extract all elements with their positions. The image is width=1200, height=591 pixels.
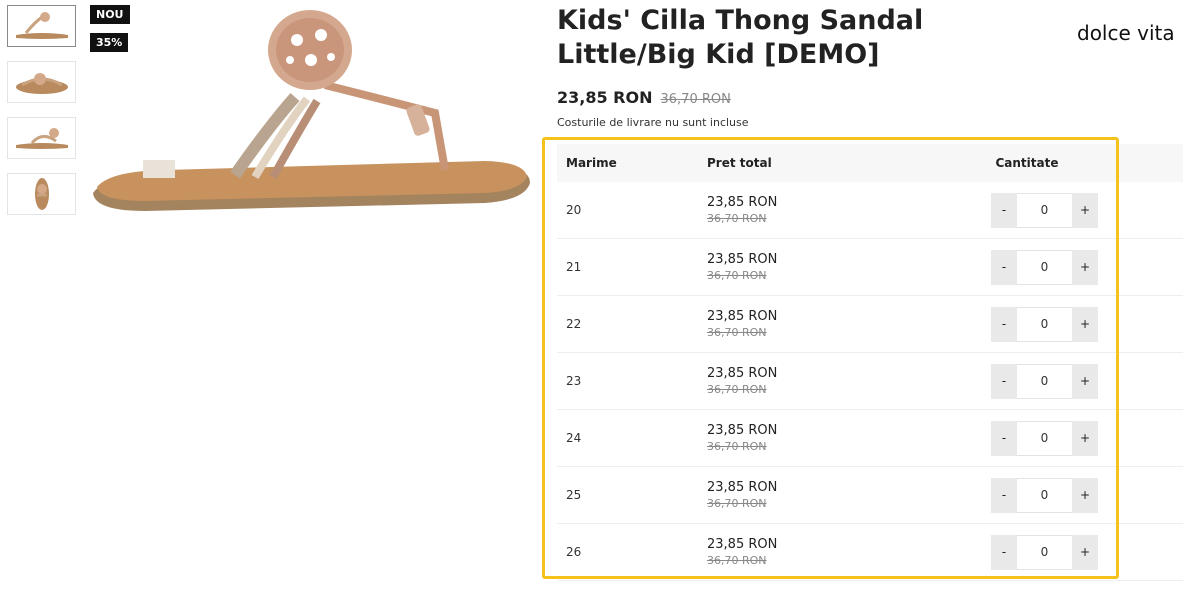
current-price: 23,85 RON xyxy=(557,88,653,107)
size-value: 20 xyxy=(566,203,582,217)
decrease-button[interactable]: - xyxy=(991,249,1017,285)
thumbnail-back-view[interactable] xyxy=(7,117,76,159)
table-row: 25 23,85 RON 36,70 RON - + xyxy=(557,467,1183,524)
increase-button[interactable]: + xyxy=(1072,363,1098,399)
quantity-stepper: - + xyxy=(991,477,1098,513)
table-row: 20 23,85 RON 36,70 RON - + xyxy=(557,182,1183,239)
table-header: Marime Pret total Cantitate xyxy=(557,144,1183,182)
row-current-price: 23,85 RON xyxy=(707,537,778,552)
row-price: 23,85 RON 36,70 RON xyxy=(707,480,957,510)
quantity-stepper: - + xyxy=(991,420,1098,456)
row-old-price: 36,70 RON xyxy=(707,383,767,396)
sandal-thumbnail-image xyxy=(34,178,49,210)
row-current-price: 23,85 RON xyxy=(707,252,778,267)
increase-button[interactable]: + xyxy=(1072,420,1098,456)
row-price: 23,85 RON 36,70 RON xyxy=(707,252,957,282)
quantity-input[interactable] xyxy=(1017,192,1072,228)
header-quantity: Cantitate xyxy=(995,156,1059,170)
sandal-thumbnail-image xyxy=(15,128,68,149)
row-old-price: 36,70 RON xyxy=(707,440,767,453)
row-price: 23,85 RON 36,70 RON xyxy=(707,195,957,225)
row-current-price: 23,85 RON xyxy=(707,423,778,438)
quantity-input[interactable] xyxy=(1017,249,1072,285)
quantity-stepper: - + xyxy=(991,363,1098,399)
table-row: 23 23,85 RON 36,70 RON - + xyxy=(557,353,1183,410)
row-current-price: 23,85 RON xyxy=(707,480,778,495)
table-row: 24 23,85 RON 36,70 RON - + xyxy=(557,410,1183,467)
header-size: Marime xyxy=(566,156,617,170)
thumbnail-angle-view[interactable] xyxy=(7,61,76,103)
row-old-price: 36,70 RON xyxy=(707,269,767,282)
table-row: 22 23,85 RON 36,70 RON - + xyxy=(557,296,1183,353)
brand-name: dolce vita xyxy=(1077,21,1175,45)
thumbnail-top-view[interactable] xyxy=(7,173,76,215)
shipping-note: Costurile de livrare nu sunt incluse xyxy=(557,116,749,129)
sandal-thumbnail-image xyxy=(15,12,68,39)
header-price: Pret total xyxy=(707,156,772,170)
table-row: 21 23,85 RON 36,70 RON - + xyxy=(557,239,1183,296)
table-row: 26 23,85 RON 36,70 RON - + xyxy=(557,524,1183,581)
row-current-price: 23,85 RON xyxy=(707,309,778,324)
quantity-input[interactable] xyxy=(1017,363,1072,399)
increase-button[interactable]: + xyxy=(1072,192,1098,228)
size-value: 23 xyxy=(566,374,582,388)
quantity-stepper: - + xyxy=(991,249,1098,285)
quantity-stepper: - + xyxy=(991,534,1098,570)
product-main-image xyxy=(85,5,535,245)
decrease-button[interactable]: - xyxy=(991,420,1017,456)
size-value: 24 xyxy=(566,431,582,445)
size-quantity-table: Marime Pret total Cantitate 20 23,85 RON… xyxy=(557,144,1183,581)
row-price: 23,85 RON 36,70 RON xyxy=(707,309,957,339)
row-price: 23,85 RON 36,70 RON xyxy=(707,423,957,453)
quantity-stepper: - + xyxy=(991,192,1098,228)
quantity-input[interactable] xyxy=(1017,306,1072,342)
thumbnail-gallery xyxy=(7,5,77,229)
decrease-button[interactable]: - xyxy=(991,192,1017,228)
row-old-price: 36,70 RON xyxy=(707,497,767,510)
decrease-button[interactable]: - xyxy=(991,306,1017,342)
quantity-input[interactable] xyxy=(1017,420,1072,456)
decrease-button[interactable]: - xyxy=(991,477,1017,513)
row-old-price: 36,70 RON xyxy=(707,212,767,225)
price-row: 23,85 RON 36,70 RON xyxy=(557,88,731,107)
row-price: 23,85 RON 36,70 RON xyxy=(707,366,957,396)
row-current-price: 23,85 RON xyxy=(707,195,778,210)
row-old-price: 36,70 RON xyxy=(707,326,767,339)
quantity-input[interactable] xyxy=(1017,477,1072,513)
row-price: 23,85 RON 36,70 RON xyxy=(707,537,957,567)
increase-button[interactable]: + xyxy=(1072,249,1098,285)
decrease-button[interactable]: - xyxy=(991,534,1017,570)
size-value: 25 xyxy=(566,488,582,502)
row-current-price: 23,85 RON xyxy=(707,366,778,381)
increase-button[interactable]: + xyxy=(1072,477,1098,513)
increase-button[interactable]: + xyxy=(1072,306,1098,342)
quantity-input[interactable] xyxy=(1017,534,1072,570)
increase-button[interactable]: + xyxy=(1072,534,1098,570)
product-title: Kids' Cilla Thong Sandal Little/Big Kid … xyxy=(557,5,924,70)
size-value: 21 xyxy=(566,260,582,274)
row-old-price: 36,70 RON xyxy=(707,554,767,567)
sandal-image xyxy=(93,10,530,211)
old-price: 36,70 RON xyxy=(660,92,731,107)
sandal-thumbnail-image xyxy=(15,73,68,94)
thumbnail-side-view[interactable] xyxy=(7,5,76,47)
decrease-button[interactable]: - xyxy=(991,363,1017,399)
size-value: 26 xyxy=(566,545,582,559)
size-value: 22 xyxy=(566,317,582,331)
quantity-stepper: - + xyxy=(991,306,1098,342)
